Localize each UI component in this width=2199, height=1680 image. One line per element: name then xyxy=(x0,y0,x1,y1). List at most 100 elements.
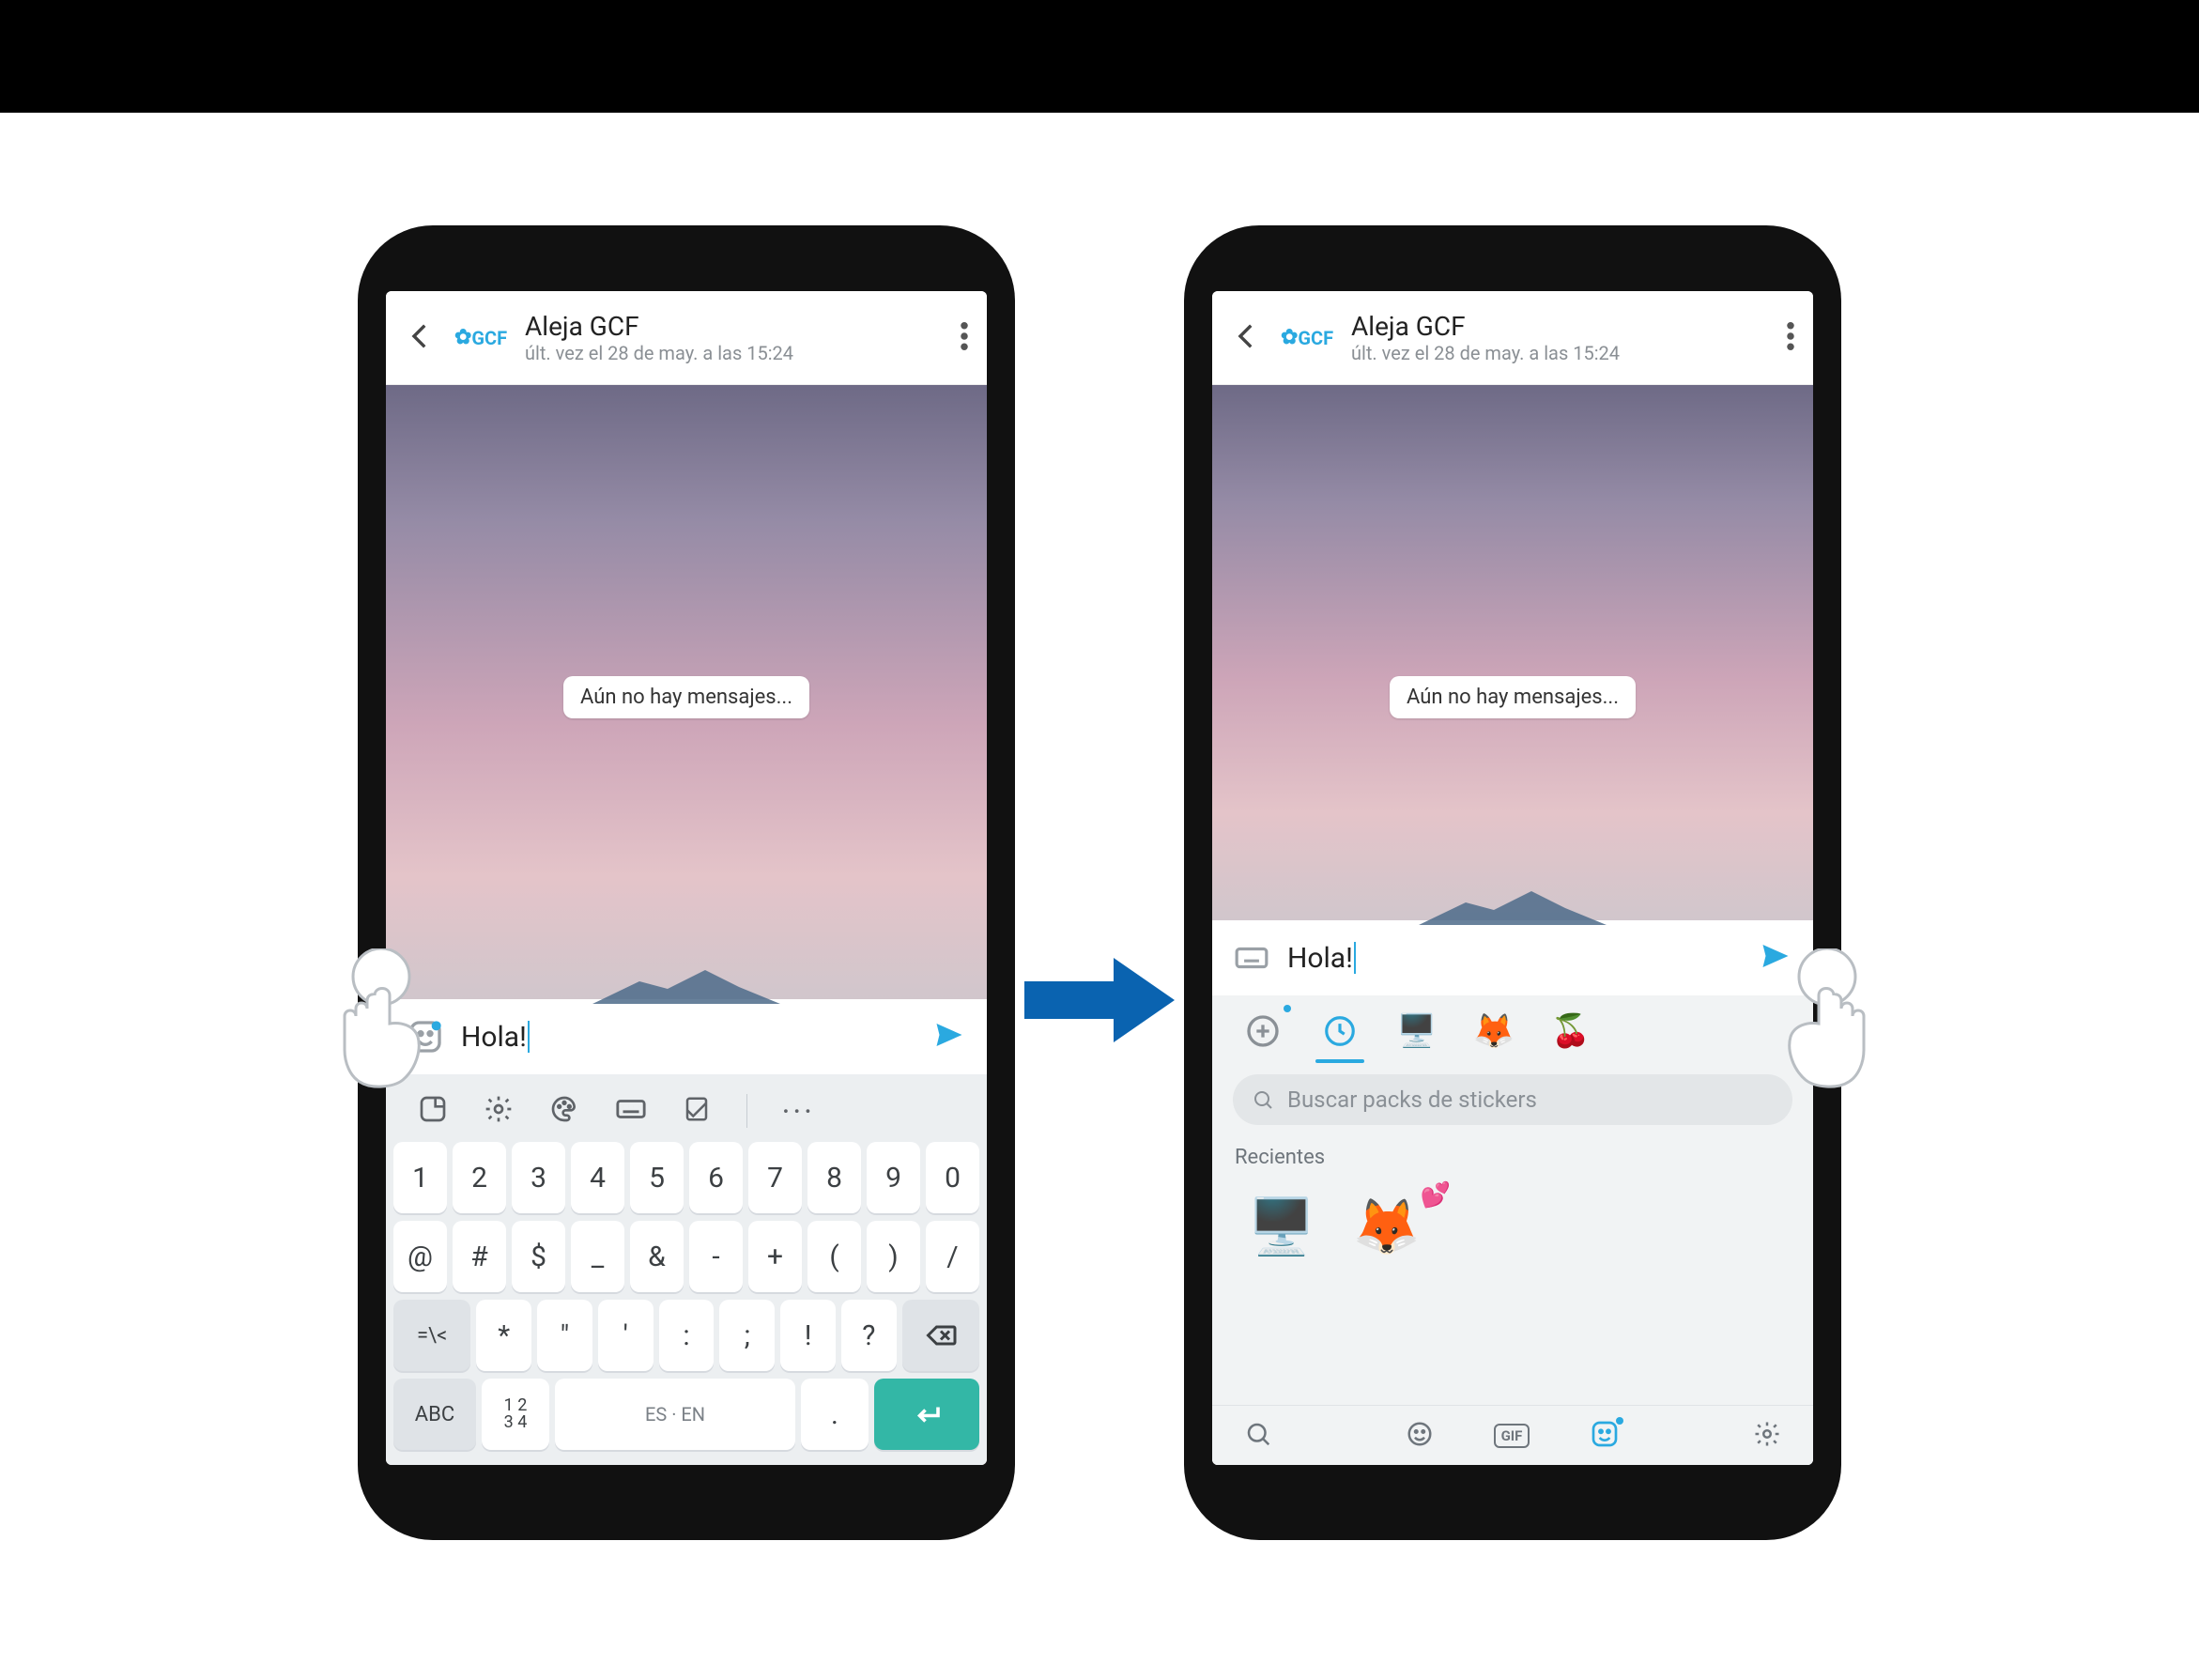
page-top-black-bar xyxy=(0,0,2199,113)
bottom-emoji-icon[interactable] xyxy=(1406,1420,1434,1452)
sticker-bottom-bar: GIF xyxy=(1212,1405,1813,1465)
key-rparen[interactable]: ) xyxy=(867,1221,920,1292)
phone-left-screen: ✿ GCF Aleja GCF últ. vez el 28 de may. a… xyxy=(386,291,987,1465)
bg-mountain-decoration xyxy=(1419,887,1607,925)
kb-tool-sticker-icon[interactable] xyxy=(418,1094,448,1128)
keyboard-row-2: @ # $ _ & - + ( ) / xyxy=(393,1221,979,1292)
key-8[interactable]: 8 xyxy=(807,1142,861,1213)
key-abc[interactable]: ABC xyxy=(393,1379,476,1450)
send-icon[interactable] xyxy=(1759,939,1792,977)
bottom-sticker-icon[interactable] xyxy=(1590,1419,1620,1453)
sticker-tab-pack-cherry[interactable]: 🍒 xyxy=(1546,1007,1595,1056)
message-text-input[interactable]: Hola! xyxy=(1287,942,1742,975)
bottom-settings-icon[interactable] xyxy=(1753,1420,1781,1452)
message-text-value: Hola! xyxy=(1287,942,1353,975)
key-excl[interactable]: ! xyxy=(780,1300,836,1371)
recent-sticker-computer[interactable]: 🖥️ xyxy=(1235,1180,1329,1274)
key-squote[interactable]: ' xyxy=(598,1300,654,1371)
keyboard-row-1: 1 2 3 4 5 6 7 8 9 0 xyxy=(393,1142,979,1213)
key-dquote[interactable]: " xyxy=(537,1300,592,1371)
phone-right-screen: ✿ GCF Aleja GCF últ. vez el 28 de may. a… xyxy=(1212,291,1813,1465)
keyboard-row-4: ABC 1 2 3 4 ES · EN . xyxy=(393,1379,979,1450)
key-period[interactable]: . xyxy=(801,1379,869,1450)
key-slash[interactable]: / xyxy=(926,1221,979,1292)
key-star[interactable]: * xyxy=(476,1300,531,1371)
key-0[interactable]: 0 xyxy=(926,1142,979,1213)
key-space[interactable]: ES · EN xyxy=(555,1379,795,1450)
contact-name: Aleja GCF xyxy=(525,311,940,342)
recent-sticker-fox[interactable]: 🦊💕 xyxy=(1355,1180,1449,1274)
key-underscore[interactable]: _ xyxy=(571,1221,624,1292)
bg-mountain-decoration xyxy=(592,966,780,1004)
key-minus[interactable]: - xyxy=(689,1221,743,1292)
key-symswitch[interactable]: =\< xyxy=(393,1300,470,1371)
back-icon[interactable] xyxy=(1231,320,1263,356)
new-dot-icon xyxy=(1616,1417,1623,1425)
key-dollar[interactable]: $ xyxy=(512,1221,565,1292)
message-text-value: Hola! xyxy=(461,1021,527,1054)
key-1[interactable]: 1 xyxy=(393,1142,447,1213)
key-2[interactable]: 2 xyxy=(453,1142,506,1213)
chat-background[interactable]: Aún no hay mensajes... xyxy=(386,385,987,999)
key-4[interactable]: 4 xyxy=(571,1142,624,1213)
key-3[interactable]: 3 xyxy=(512,1142,565,1213)
new-dot-icon xyxy=(1284,1005,1291,1012)
key-6[interactable]: 6 xyxy=(689,1142,743,1213)
sticker-toggle-icon[interactable] xyxy=(407,1018,444,1056)
bottom-search-icon[interactable] xyxy=(1244,1420,1272,1452)
keyboard-toggle-icon[interactable] xyxy=(1233,939,1270,977)
key-at[interactable]: @ xyxy=(393,1221,447,1292)
key-plus[interactable]: + xyxy=(748,1221,802,1292)
key-7[interactable]: 7 xyxy=(748,1142,802,1213)
key-quest[interactable]: ? xyxy=(841,1300,897,1371)
chat-background[interactable]: Aún no hay mensajes... xyxy=(1212,385,1813,920)
key-numpad[interactable]: 1 2 3 4 xyxy=(482,1379,549,1450)
sticker-tab-pack-computer[interactable]: 🖥️ xyxy=(1392,1007,1441,1056)
back-icon[interactable] xyxy=(405,320,437,356)
contact-name: Aleja GCF xyxy=(1351,311,1766,342)
contact-title-block[interactable]: Aleja GCF últ. vez el 28 de may. a las 1… xyxy=(1351,311,1766,364)
key-lparen[interactable]: ( xyxy=(807,1221,861,1292)
sticker-search-placeholder: Buscar packs de stickers xyxy=(1287,1087,1537,1113)
bottom-gif-icon[interactable]: GIF xyxy=(1494,1424,1530,1448)
contact-title-block[interactable]: Aleja GCF últ. vez el 28 de may. a las 1… xyxy=(525,311,940,364)
kebab-menu-icon[interactable] xyxy=(1787,322,1794,354)
key-backspace[interactable] xyxy=(902,1300,979,1371)
text-caret xyxy=(528,1021,530,1053)
message-input-row: Hola! xyxy=(1212,920,1813,995)
kebab-menu-icon[interactable] xyxy=(961,322,968,354)
key-colon[interactable]: : xyxy=(659,1300,715,1371)
key-5[interactable]: 5 xyxy=(630,1142,684,1213)
sticker-search-input[interactable]: Buscar packs de stickers xyxy=(1233,1074,1792,1125)
kb-toolbar-separator xyxy=(746,1094,747,1128)
empty-chat-bubble: Aún no hay mensajes... xyxy=(1390,676,1636,718)
phone-left: ✿ GCF Aleja GCF últ. vez el 28 de may. a… xyxy=(358,225,1015,1540)
key-amp[interactable]: & xyxy=(630,1221,684,1292)
send-icon[interactable] xyxy=(932,1018,966,1056)
kb-tool-more-icon[interactable]: ••• xyxy=(783,1102,816,1120)
key-hash[interactable]: # xyxy=(453,1221,506,1292)
sticker-tab-recent[interactable] xyxy=(1315,1007,1364,1056)
contact-last-seen: últ. vez el 28 de may. a las 15:24 xyxy=(1351,342,1766,364)
sticker-tab-add[interactable] xyxy=(1238,1007,1287,1056)
chat-header: ✿ GCF Aleja GCF últ. vez el 28 de may. a… xyxy=(386,291,987,385)
kb-tool-palette-icon[interactable] xyxy=(549,1094,579,1128)
message-input-row: Hola! xyxy=(386,999,987,1074)
search-icon xyxy=(1252,1088,1274,1111)
soft-keyboard: ••• 1 2 3 4 5 6 7 8 9 0 @ # $ xyxy=(386,1074,987,1465)
keyboard-toolbar: ••• xyxy=(393,1084,979,1142)
message-text-input[interactable]: Hola! xyxy=(461,1021,915,1054)
sticker-tab-pack-fox[interactable]: 🦊 xyxy=(1469,1007,1518,1056)
kb-tool-clipboard-icon[interactable] xyxy=(683,1095,711,1127)
kb-tool-keyboard-icon[interactable] xyxy=(615,1093,647,1129)
contact-avatar[interactable]: ✿ GCF xyxy=(1284,315,1330,362)
sticker-category-tabs: 🖥️ 🦊 🍒 xyxy=(1212,1007,1813,1065)
empty-chat-bubble: Aún no hay mensajes... xyxy=(563,676,809,718)
key-enter[interactable] xyxy=(874,1379,979,1450)
contact-avatar[interactable]: ✿ GCF xyxy=(457,315,504,362)
text-caret xyxy=(1354,942,1356,974)
kb-tool-settings-icon[interactable] xyxy=(484,1094,514,1128)
key-semi[interactable]: ; xyxy=(719,1300,775,1371)
key-9[interactable]: 9 xyxy=(867,1142,920,1213)
comparison-stage: ✿ GCF Aleja GCF últ. vez el 28 de may. a… xyxy=(0,113,2199,1680)
